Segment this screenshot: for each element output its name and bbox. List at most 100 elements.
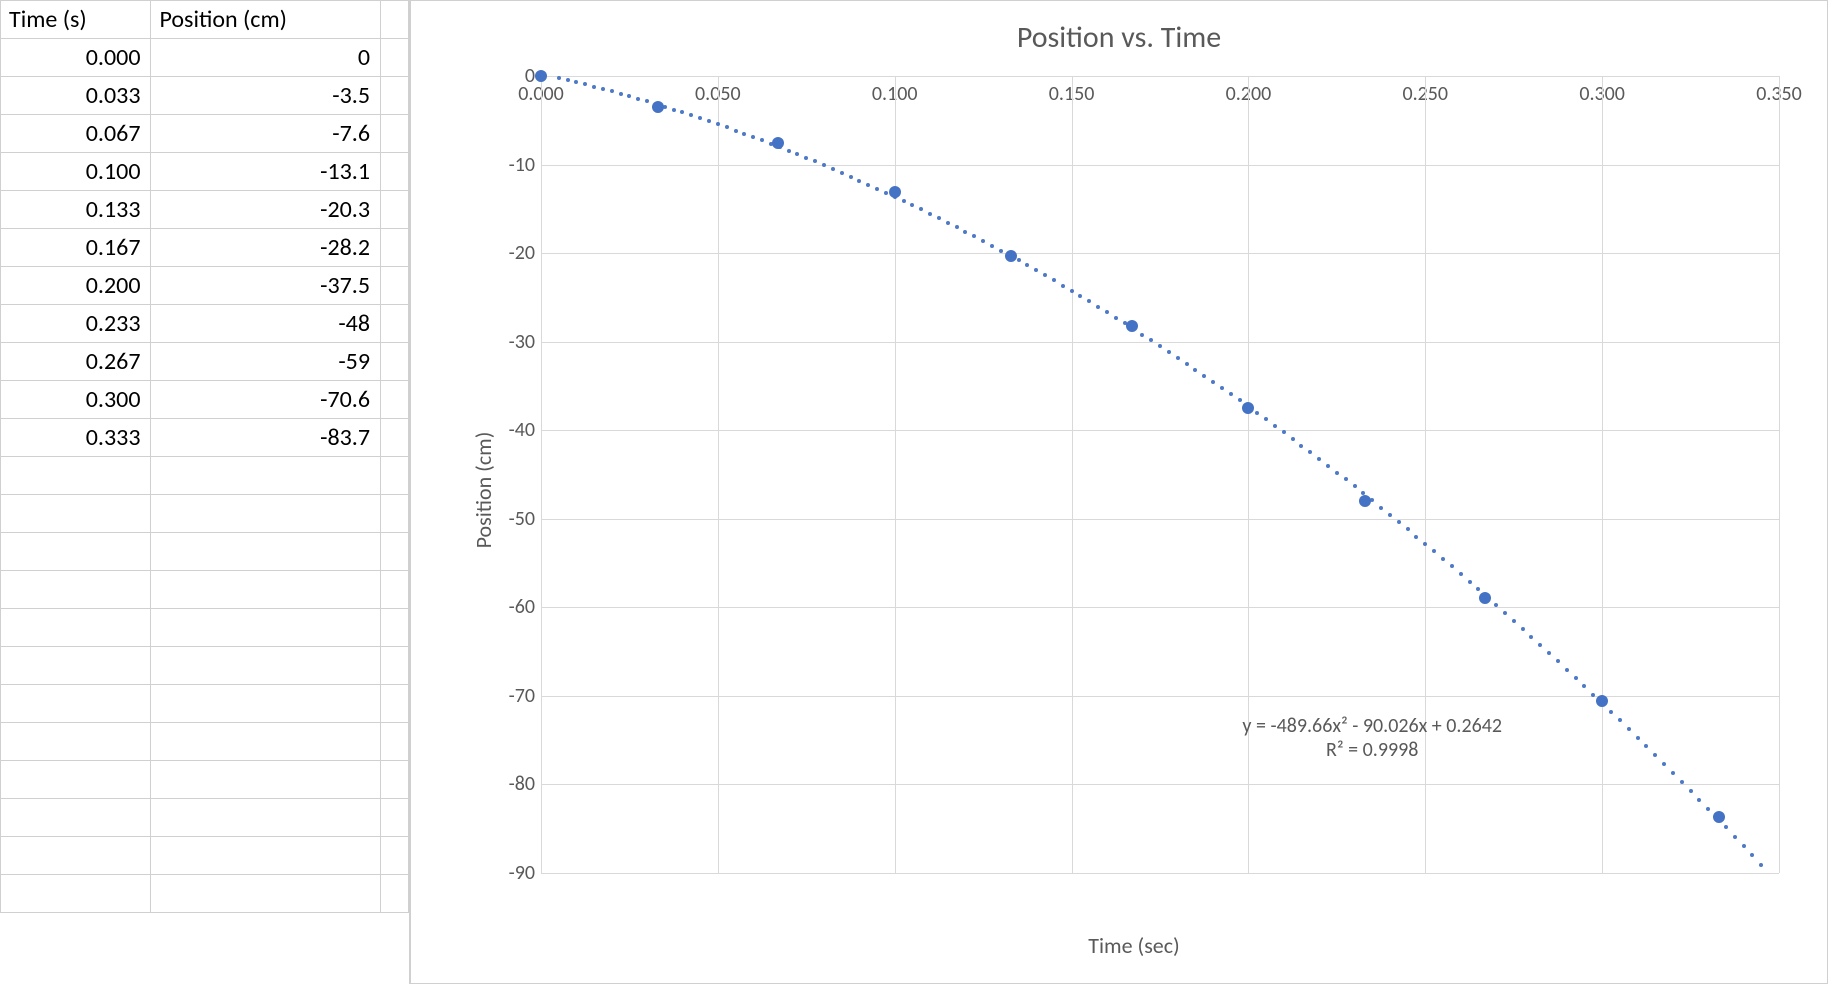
cell-position[interactable]: -13.1	[151, 153, 381, 191]
cell-time[interactable]: 0.200	[1, 267, 151, 305]
cell-empty[interactable]	[151, 533, 381, 571]
cell-empty[interactable]	[1, 609, 151, 647]
cell-empty[interactable]	[151, 495, 381, 533]
table-row-empty[interactable]	[1, 457, 409, 495]
cell-empty[interactable]	[151, 685, 381, 723]
table-row-empty[interactable]	[1, 495, 409, 533]
table-row-empty[interactable]	[1, 761, 409, 799]
data-point[interactable]	[1242, 402, 1254, 414]
table-row[interactable]: 0.333-83.7	[1, 419, 409, 457]
cell-time[interactable]: 0.167	[1, 229, 151, 267]
cell-blank[interactable]	[381, 381, 409, 419]
cell-position[interactable]: -7.6	[151, 115, 381, 153]
table-row-empty[interactable]	[1, 609, 409, 647]
cell-position[interactable]: -70.6	[151, 381, 381, 419]
cell-empty[interactable]	[1, 571, 151, 609]
cell-empty[interactable]	[381, 571, 409, 609]
cell-empty[interactable]	[151, 799, 381, 837]
table-row[interactable]: 0.100-13.1	[1, 153, 409, 191]
cell-empty[interactable]	[1, 533, 151, 571]
cell-empty[interactable]	[1, 685, 151, 723]
table-row-empty[interactable]	[1, 571, 409, 609]
cell-position[interactable]: -48	[151, 305, 381, 343]
cell-empty[interactable]	[381, 837, 409, 875]
cell-empty[interactable]	[381, 799, 409, 837]
cell-blank[interactable]	[381, 39, 409, 77]
table-row[interactable]: 0.200-37.5	[1, 267, 409, 305]
cell-empty[interactable]	[151, 761, 381, 799]
cell-position[interactable]: -3.5	[151, 77, 381, 115]
data-point[interactable]	[1713, 811, 1725, 823]
data-point[interactable]	[1126, 320, 1138, 332]
table-row[interactable]: 0.233-48	[1, 305, 409, 343]
cell-blank[interactable]	[381, 115, 409, 153]
cell-empty[interactable]	[151, 571, 381, 609]
table-row[interactable]: 0.267-59	[1, 343, 409, 381]
data-point[interactable]	[1596, 695, 1608, 707]
cell-blank[interactable]	[381, 77, 409, 115]
cell-empty[interactable]	[1, 495, 151, 533]
data-point[interactable]	[652, 101, 664, 113]
cell-time[interactable]: 0.333	[1, 419, 151, 457]
cell-empty[interactable]	[151, 647, 381, 685]
table-row[interactable]: 0.133-20.3	[1, 191, 409, 229]
table-row[interactable]: 0.067-7.6	[1, 115, 409, 153]
cell-empty[interactable]	[381, 609, 409, 647]
cell-empty[interactable]	[381, 685, 409, 723]
data-point[interactable]	[772, 137, 784, 149]
cell-empty[interactable]	[381, 647, 409, 685]
data-point[interactable]	[1359, 495, 1371, 507]
col-header-blank[interactable]	[381, 1, 409, 39]
cell-blank[interactable]	[381, 419, 409, 457]
cell-time[interactable]: 0.233	[1, 305, 151, 343]
cell-time[interactable]: 0.033	[1, 77, 151, 115]
cell-empty[interactable]	[1, 723, 151, 761]
table-row-empty[interactable]	[1, 533, 409, 571]
data-point[interactable]	[535, 70, 547, 82]
cell-time[interactable]: 0.067	[1, 115, 151, 153]
cell-time[interactable]: 0.267	[1, 343, 151, 381]
table-row-empty[interactable]	[1, 875, 409, 913]
cell-empty[interactable]	[381, 457, 409, 495]
cell-blank[interactable]	[381, 229, 409, 267]
cell-time[interactable]: 0.300	[1, 381, 151, 419]
cell-empty[interactable]	[381, 875, 409, 913]
table-row-empty[interactable]	[1, 685, 409, 723]
table-row-empty[interactable]	[1, 723, 409, 761]
cell-position[interactable]: 0	[151, 39, 381, 77]
data-point[interactable]	[889, 186, 901, 198]
cell-blank[interactable]	[381, 267, 409, 305]
cell-empty[interactable]	[151, 609, 381, 647]
cell-empty[interactable]	[1, 761, 151, 799]
cell-empty[interactable]	[381, 761, 409, 799]
cell-empty[interactable]	[1, 875, 151, 913]
cell-empty[interactable]	[151, 723, 381, 761]
table-row[interactable]: 0.0000	[1, 39, 409, 77]
table-row-empty[interactable]	[1, 799, 409, 837]
table-row[interactable]: 0.300-70.6	[1, 381, 409, 419]
cell-blank[interactable]	[381, 305, 409, 343]
cell-position[interactable]: -59	[151, 343, 381, 381]
cell-blank[interactable]	[381, 153, 409, 191]
table-row-empty[interactable]	[1, 837, 409, 875]
cell-time[interactable]: 0.100	[1, 153, 151, 191]
col-header-time[interactable]: Time (s)	[1, 1, 151, 39]
cell-blank[interactable]	[381, 191, 409, 229]
cell-position[interactable]: -20.3	[151, 191, 381, 229]
cell-empty[interactable]	[151, 457, 381, 495]
cell-position[interactable]: -83.7	[151, 419, 381, 457]
cell-empty[interactable]	[1, 799, 151, 837]
table-row[interactable]: 0.167-28.2	[1, 229, 409, 267]
cell-empty[interactable]	[381, 533, 409, 571]
cell-empty[interactable]	[381, 495, 409, 533]
cell-empty[interactable]	[151, 837, 381, 875]
table-row[interactable]: 0.033-3.5	[1, 77, 409, 115]
cell-position[interactable]: -28.2	[151, 229, 381, 267]
cell-empty[interactable]	[1, 837, 151, 875]
cell-position[interactable]: -37.5	[151, 267, 381, 305]
cell-blank[interactable]	[381, 343, 409, 381]
cell-empty[interactable]	[381, 723, 409, 761]
chart-area[interactable]: Position vs. Time Position (cm) Time (se…	[410, 0, 1828, 984]
cell-time[interactable]: 0.000	[1, 39, 151, 77]
col-header-position[interactable]: Position (cm)	[151, 1, 381, 39]
